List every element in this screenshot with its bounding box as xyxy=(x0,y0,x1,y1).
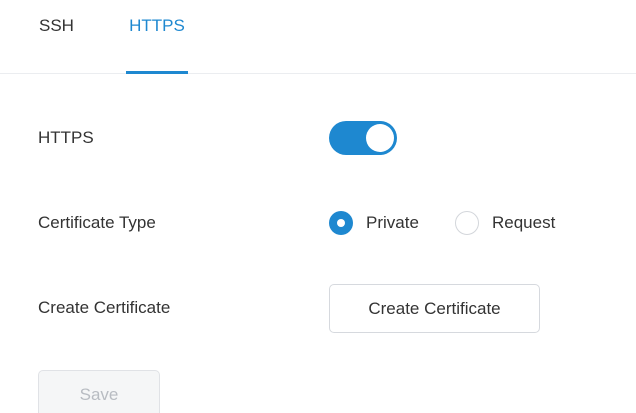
radio-request-label: Request xyxy=(492,213,556,232)
create-certificate-label: Create Certificate xyxy=(38,298,171,317)
create-certificate-button[interactable]: Create Certificate xyxy=(329,284,540,333)
active-tab-indicator xyxy=(126,71,188,74)
save-button[interactable]: Save xyxy=(38,370,160,413)
radio-private-label: Private xyxy=(366,213,419,232)
radio-unchecked-icon xyxy=(455,211,479,235)
radio-dot xyxy=(337,219,345,227)
certificate-type-label: Certificate Type xyxy=(38,213,156,232)
radio-checked-icon xyxy=(329,211,353,235)
toggle-knob xyxy=(366,124,394,152)
tab-https[interactable]: HTTPS xyxy=(126,15,188,74)
tab-bar: SSH HTTPS xyxy=(0,0,636,74)
https-label: HTTPS xyxy=(38,128,94,147)
https-settings-page: SSH HTTPS HTTPS Certificate Type Private… xyxy=(0,0,636,413)
https-toggle[interactable] xyxy=(329,121,397,155)
tab-ssh[interactable]: SSH xyxy=(39,15,74,74)
